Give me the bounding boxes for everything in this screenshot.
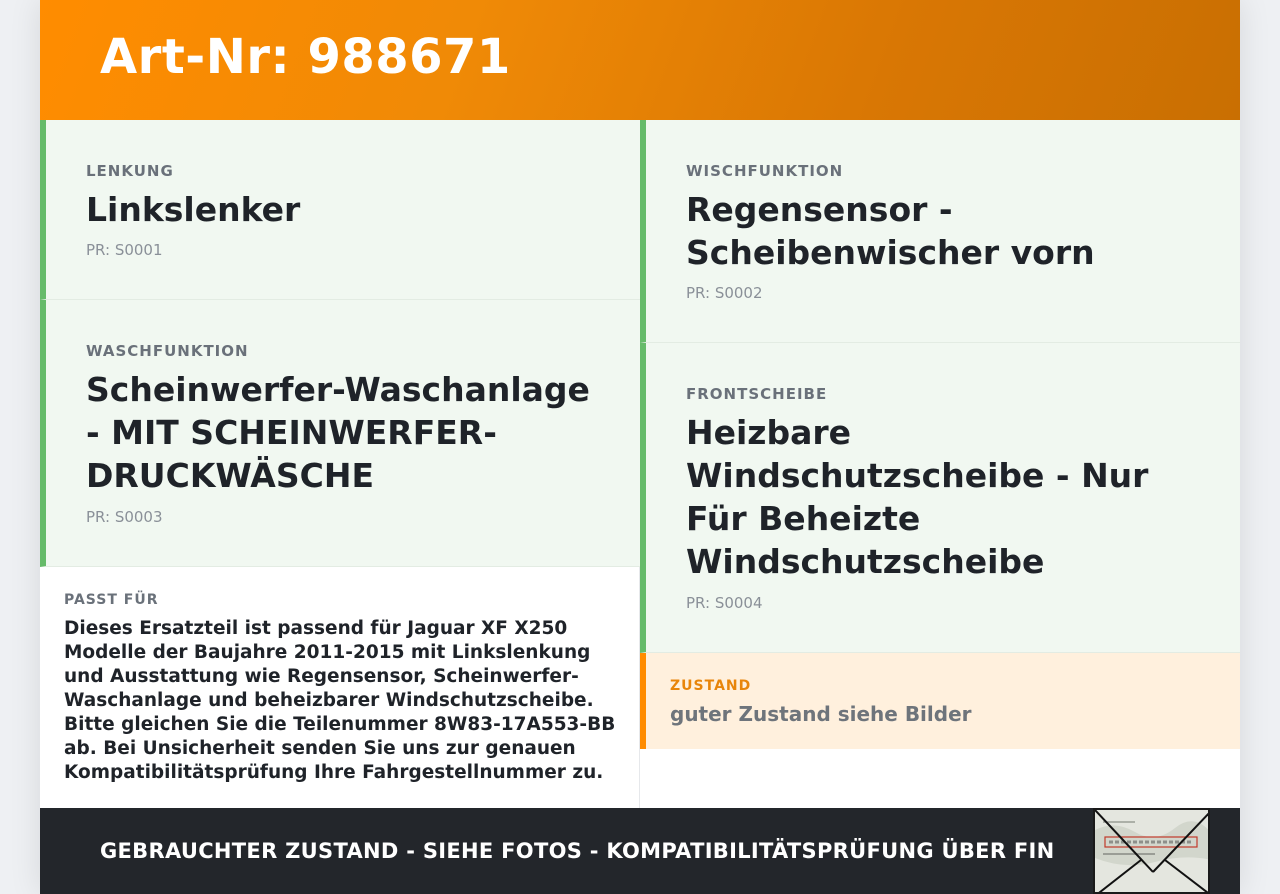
feature-value: Heizbare Windschutzscheibe - Nur Für Beh… [686, 413, 1149, 581]
compatibility-label: PASST FÜR [64, 592, 159, 608]
condition-text: guter Zustand siehe Bilder [670, 702, 972, 726]
product-card: Art-Nr: 988671 LENKUNG Linkslenker PR: S… [40, 0, 1240, 894]
feature-waschfunktion: WASCHFUNKTION Scheinwerfer-Waschanlage -… [40, 300, 640, 567]
feature-pr-code: PR: S0003 [86, 508, 163, 526]
compatibility-section: PASST FÜR Dieses Ersatzteil ist passend … [40, 567, 640, 808]
feature-pr-code: PR: S0001 [86, 241, 163, 259]
feature-lenkung: LENKUNG Linkslenker PR: S0001 [40, 120, 640, 300]
feature-frontscheibe: FRONTSCHEIBE Heizbare Windschutzscheibe … [640, 343, 1240, 653]
feature-value: Scheinwerfer-Waschanlage - MIT SCHEINWER… [86, 370, 590, 495]
condition-label: ZUSTAND [670, 678, 752, 694]
header-bar: Art-Nr: 988671 [40, 0, 1240, 120]
footer-text: GEBRAUCHTER ZUSTAND - SIEHE FOTOS - KOMP… [100, 839, 1055, 863]
footer-bar: GEBRAUCHTER ZUSTAND - SIEHE FOTOS - KOMP… [40, 808, 1240, 894]
feature-value: Linkslenker [86, 190, 301, 229]
feature-pr-code: PR: S0004 [686, 594, 763, 612]
condition-section: ZUSTAND guter Zustand siehe Bilder [640, 653, 1240, 749]
feature-label: LENKUNG [86, 162, 174, 180]
feature-label: WISCHFUNKTION [686, 162, 844, 180]
feature-label: WASCHFUNKTION [86, 342, 249, 360]
feature-label: FRONTSCHEIBE [686, 385, 828, 403]
page-title: Art-Nr: 988671 [100, 29, 511, 85]
compatibility-text: Dieses Ersatzteil ist passend für Jaguar… [64, 618, 616, 783]
feature-value: Regensensor - Scheibenwischer vorn [686, 190, 1095, 272]
feature-wischfunktion: WISCHFUNKTION Regensensor - Scheibenwisc… [640, 120, 1240, 343]
feature-pr-code: PR: S0002 [686, 284, 763, 302]
vehicle-document-photo-icon[interactable] [1093, 808, 1210, 894]
